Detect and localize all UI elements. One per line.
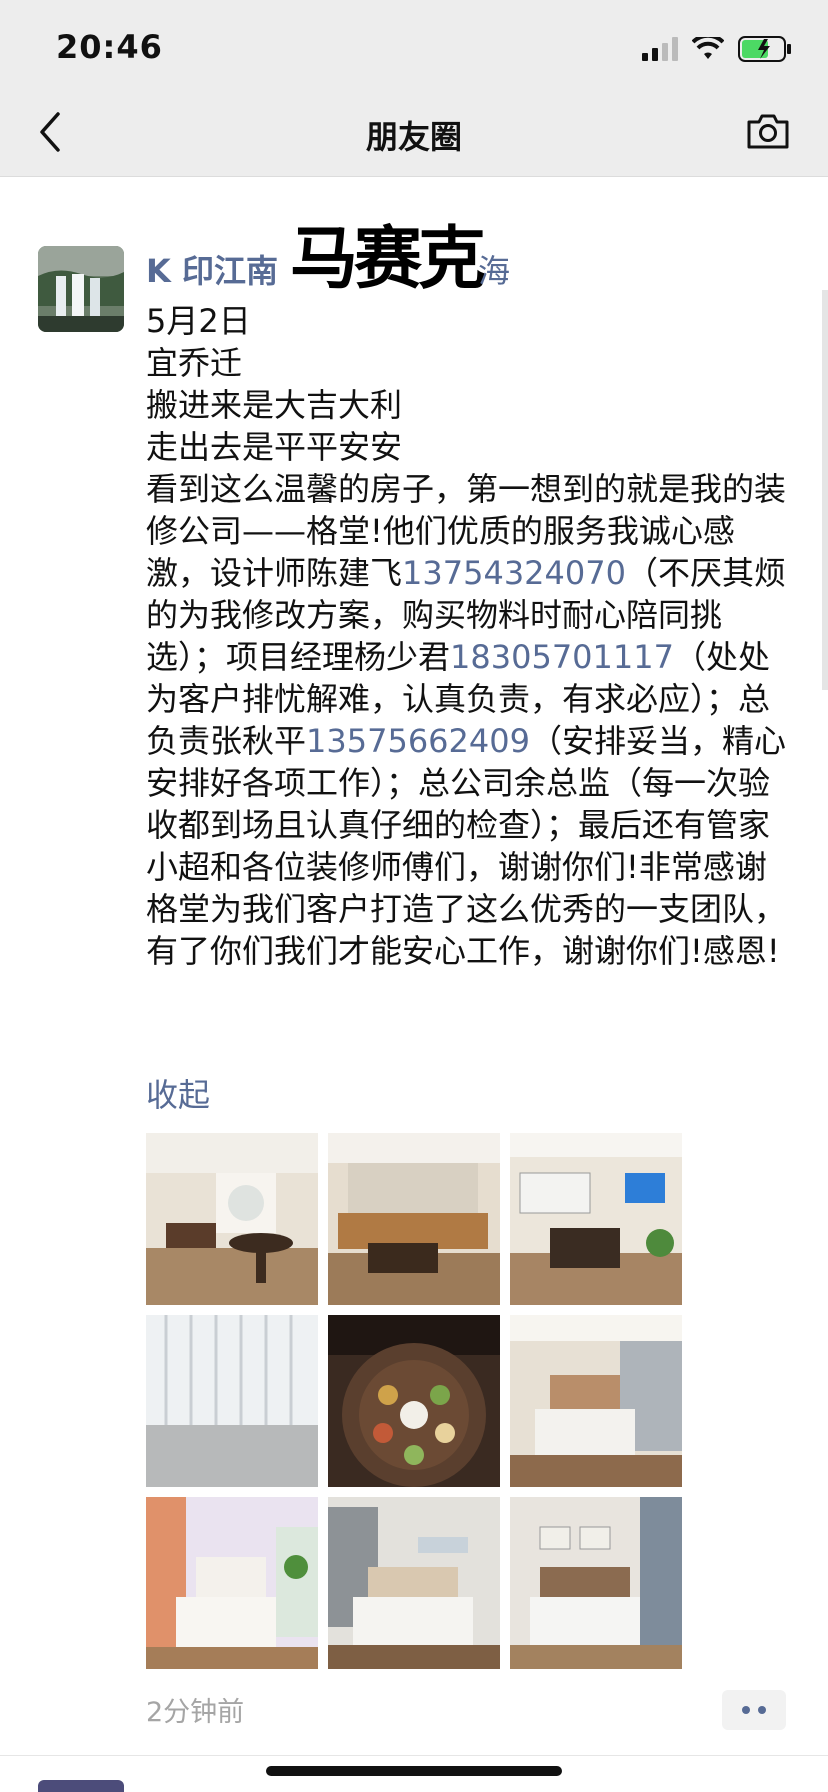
phone-link[interactable]: 18305701117 — [450, 638, 674, 676]
post-divider — [0, 1755, 828, 1756]
battery-icon — [738, 36, 791, 62]
name-stamp: 马赛克 — [290, 212, 500, 308]
photo-bedroom-1[interactable] — [510, 1315, 682, 1487]
camera-icon[interactable] — [746, 112, 790, 150]
username-tail[interactable]: 海 — [478, 246, 510, 292]
dot-icon — [758, 1706, 766, 1714]
photo-living-room[interactable] — [146, 1133, 318, 1305]
photo-bedroom-2[interactable] — [146, 1497, 318, 1669]
photo-bedroom-4[interactable] — [510, 1497, 682, 1669]
next-post-avatar[interactable] — [38, 1780, 124, 1792]
post-line: 5月2日 — [146, 302, 251, 340]
photo-bedroom-3[interactable] — [328, 1497, 500, 1669]
collapse-link[interactable]: 收起 — [146, 1070, 210, 1116]
top-bar: 20:46 朋友圈 — [0, 0, 828, 177]
photo-sofa[interactable] — [328, 1133, 500, 1305]
post-timestamp: 2分钟前 — [146, 1697, 245, 1728]
photo-grid — [146, 1133, 682, 1669]
page-title: 朋友圈 — [365, 118, 462, 156]
more-actions-button[interactable] — [722, 1690, 786, 1730]
photo-curtains[interactable] — [146, 1315, 318, 1487]
photo-study[interactable] — [510, 1133, 682, 1305]
dot-icon — [742, 1706, 750, 1714]
username[interactable]: K 印江南 — [146, 246, 278, 292]
phone-link[interactable]: 13575662409 — [306, 722, 530, 760]
post-text: 5月2日 宜乔迁 搬进来是大吉大利 走出去是平平安安 看到这么温馨的房子，第一想… — [146, 300, 796, 972]
photo-dinner-table[interactable] — [328, 1315, 500, 1487]
scroll-indicator — [822, 290, 828, 690]
wifi-icon — [692, 37, 724, 59]
post-line: 宜乔迁 — [146, 344, 243, 382]
avatar[interactable] — [38, 246, 124, 332]
post-paragraph: 看到这么温馨的房子，第一想到的就是我的装修公司——格堂!他们优质的服务我诚心感激… — [146, 468, 796, 972]
post-line: 走出去是平平安安 — [146, 428, 403, 466]
home-indicator[interactable] — [266, 1766, 562, 1776]
status-time: 20:46 — [56, 28, 163, 66]
status-icons — [642, 34, 792, 64]
phone-link[interactable]: 13754324070 — [402, 554, 626, 592]
signal-icon — [642, 37, 678, 61]
post-line: 搬进来是大吉大利 — [146, 386, 403, 424]
